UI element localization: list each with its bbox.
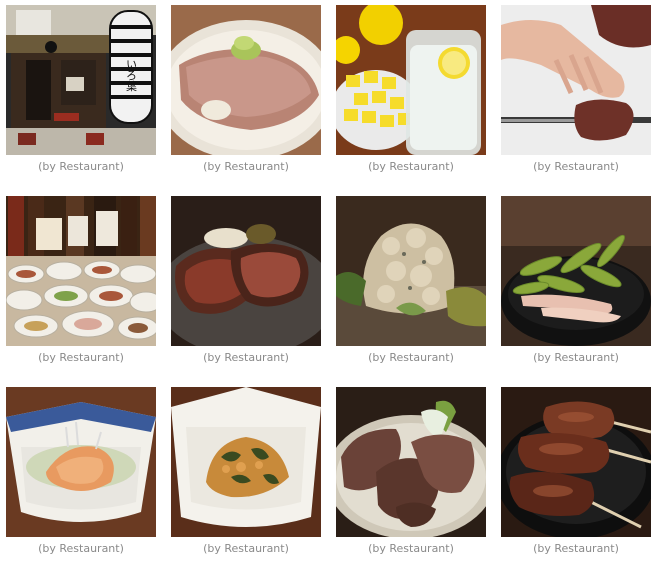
meat-skewers-photo[interactable] xyxy=(501,387,651,537)
storefront-sign-text: いろ葉 xyxy=(125,59,138,92)
photo-gallery: いろ葉 (by Restaurant) (by Restaurant) (by … xyxy=(0,0,659,565)
restaurant-storefront-photo[interactable]: いろ葉 xyxy=(6,5,156,155)
photo-caption: (by Restaurant) xyxy=(533,160,619,173)
slicing-meat-photo[interactable] xyxy=(501,5,651,155)
sliced-grilled-meat-plate-photo[interactable] xyxy=(336,387,486,537)
lemon-sour-drink-photo[interactable] xyxy=(336,5,486,155)
photo-caption: (by Restaurant) xyxy=(203,160,289,173)
sake-bottles-and-dishes-photo[interactable] xyxy=(6,196,156,346)
potato-salad-photo[interactable] xyxy=(336,196,486,346)
edamame-bowl-photo[interactable] xyxy=(501,196,651,346)
photo-caption: (by Restaurant) xyxy=(38,351,124,364)
photo-caption: (by Restaurant) xyxy=(368,542,454,555)
photo-caption: (by Restaurant) xyxy=(203,542,289,555)
seafood-appetizer-bowl-photo[interactable] xyxy=(6,387,156,537)
grilled-tongue-slices-photo[interactable] xyxy=(171,196,321,346)
photo-caption: (by Restaurant) xyxy=(368,160,454,173)
pickled-vegetables-bowl-photo[interactable] xyxy=(171,387,321,537)
photo-caption: (by Restaurant) xyxy=(203,351,289,364)
tongue-steak-wasabi-photo[interactable] xyxy=(171,5,321,155)
photo-caption: (by Restaurant) xyxy=(38,542,124,555)
photo-caption: (by Restaurant) xyxy=(38,160,124,173)
photo-caption: (by Restaurant) xyxy=(533,351,619,364)
photo-caption: (by Restaurant) xyxy=(368,351,454,364)
photo-caption: (by Restaurant) xyxy=(533,542,619,555)
